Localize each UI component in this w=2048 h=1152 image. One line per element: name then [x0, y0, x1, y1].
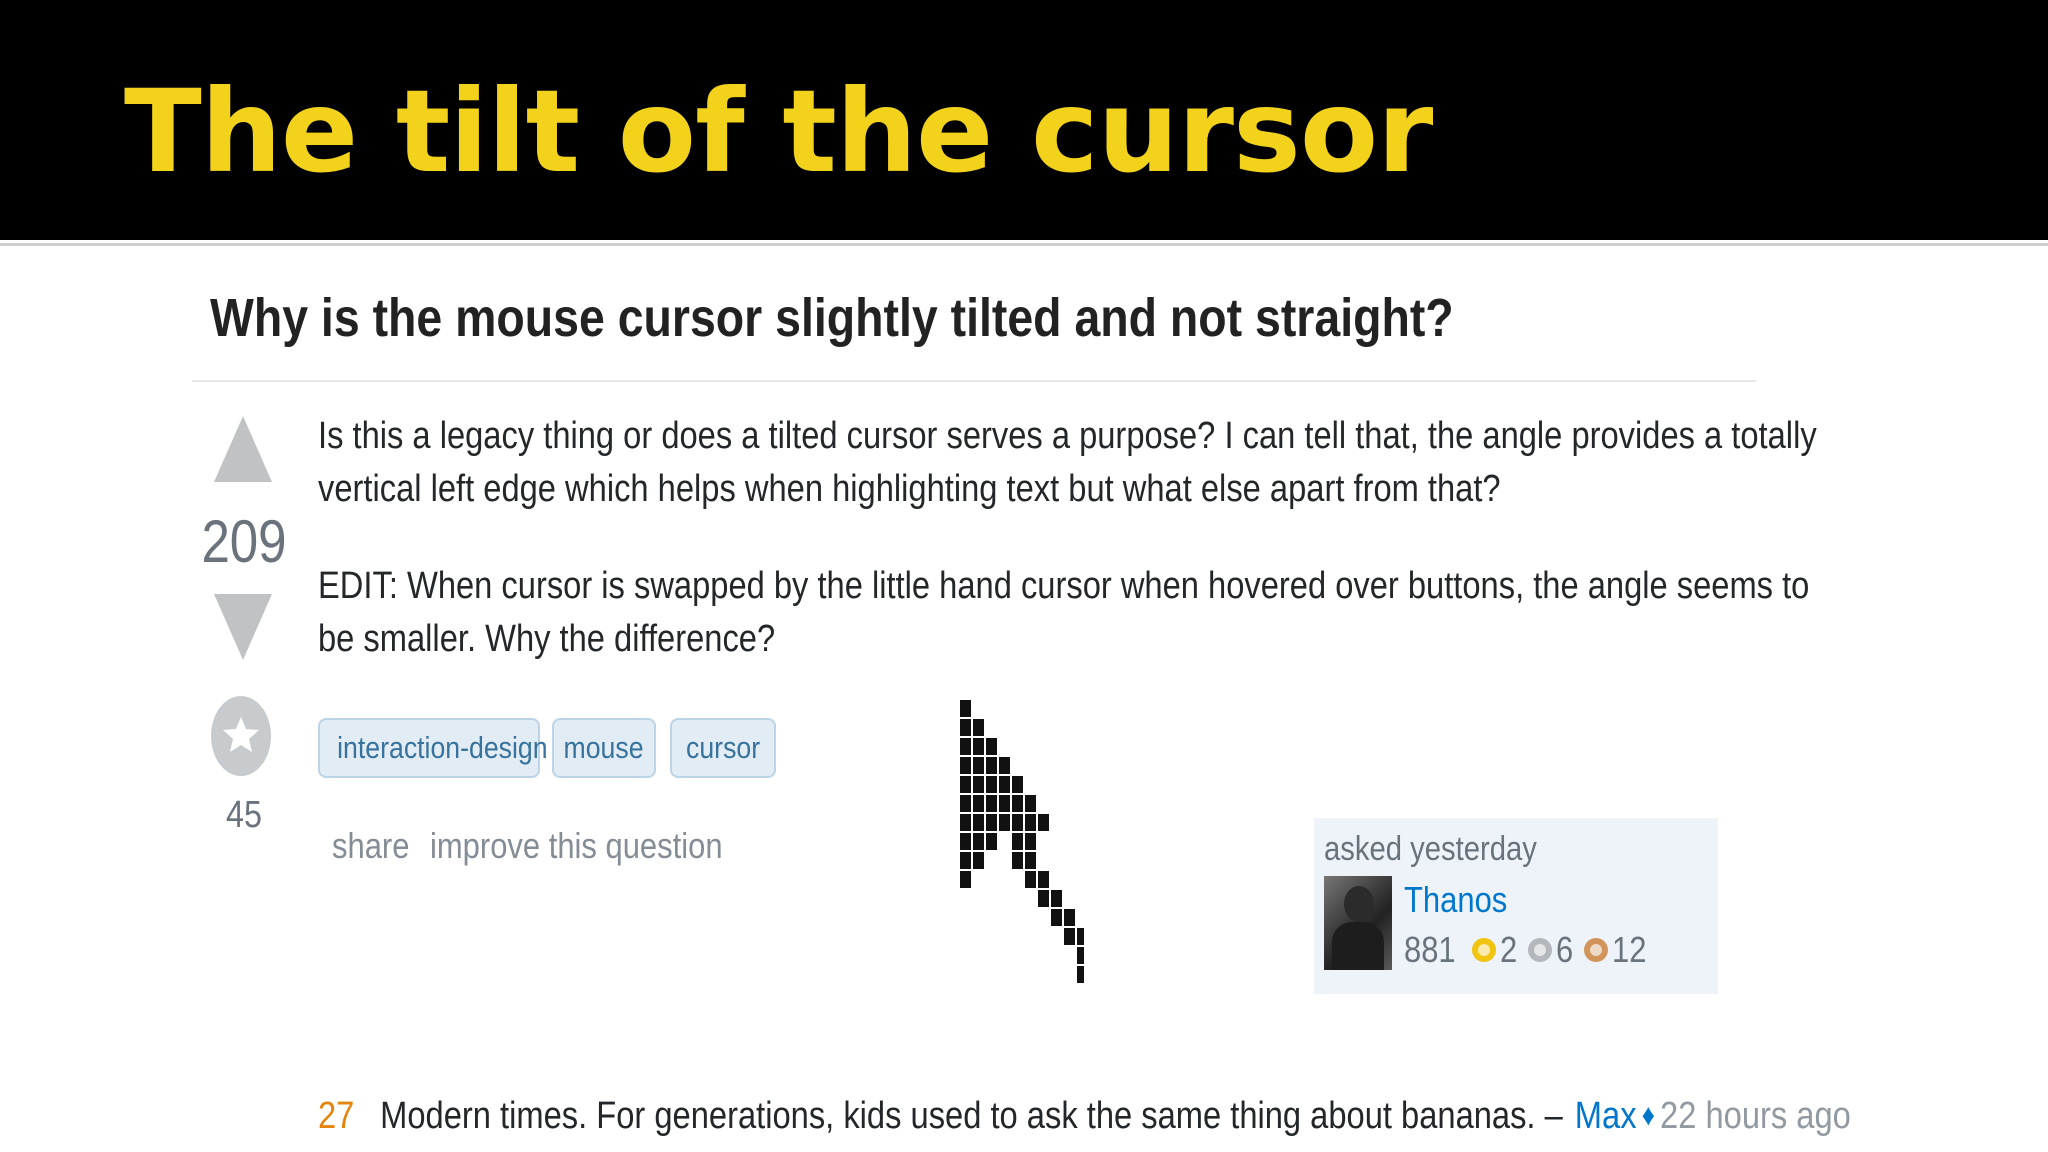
- silver-badge-icon: [1528, 938, 1553, 962]
- tag-label: cursor: [685, 730, 761, 765]
- vote-count: 209: [201, 508, 287, 575]
- moderator-diamond-icon: ♦: [1641, 1099, 1655, 1132]
- avatar-head: [1344, 886, 1374, 922]
- question-body-line-3: EDIT: When cursor is swapped by the litt…: [318, 565, 1810, 607]
- tag-interaction-design[interactable]: interaction-design: [318, 718, 548, 778]
- title-divider: [192, 380, 1756, 382]
- tag-mouse[interactable]: mouse: [552, 718, 656, 778]
- favorite-count: 45: [226, 794, 262, 836]
- improve-question-link[interactable]: improve this question: [430, 820, 723, 872]
- tag-label: interaction-design: [337, 730, 548, 765]
- question-body-line-2: vertical left edge which helps when high…: [318, 468, 1501, 510]
- question-body-line-4: be smaller. Why the difference?: [318, 618, 776, 660]
- question-body-line-1: Is this a legacy thing or does a tilted …: [318, 415, 1817, 457]
- star-shape: [223, 717, 259, 752]
- gold-badge-icon: [1472, 938, 1497, 962]
- comment: 27 Modern times. For generations, kids u…: [318, 1086, 1851, 1146]
- bronze-badge-icon: [1584, 938, 1609, 962]
- comment-author-link[interactable]: Max: [1575, 1095, 1637, 1138]
- comment-text: Modern times. For generations, kids used…: [380, 1094, 1563, 1137]
- header-divider: [0, 240, 2048, 250]
- comment-time[interactable]: 22 hours ago: [1660, 1095, 1851, 1138]
- avatar[interactable]: [1324, 876, 1392, 970]
- bronze-badge-count: 12: [1612, 929, 1647, 970]
- gold-badge-count: 2: [1500, 929, 1518, 970]
- pixel-cursor-icon: [960, 700, 1084, 983]
- arrow-down-icon[interactable]: [214, 594, 272, 660]
- reputation-line: 881 2 6 12: [1404, 926, 1652, 974]
- share-link[interactable]: share: [332, 820, 409, 872]
- slide-title: The tilt of the cursor: [124, 65, 1433, 198]
- asked-timestamp: asked yesterday: [1324, 830, 1537, 868]
- question-title[interactable]: Why is the mouse cursor slightly tilted …: [210, 282, 1454, 354]
- comment-score: 27: [318, 1094, 355, 1137]
- silver-badge-count: 6: [1556, 929, 1574, 970]
- username-link[interactable]: Thanos: [1404, 876, 1507, 924]
- tag-cursor[interactable]: cursor: [670, 718, 776, 778]
- reputation-score: 881: [1404, 929, 1456, 970]
- tag-label: mouse: [563, 730, 645, 765]
- user-card: asked yesterday Thanos 881 2 6 12: [1314, 818, 1718, 994]
- slide-header: The tilt of the cursor: [0, 0, 2048, 240]
- avatar-body: [1332, 922, 1384, 970]
- star-icon[interactable]: [211, 696, 271, 776]
- arrow-up-icon[interactable]: [214, 416, 272, 482]
